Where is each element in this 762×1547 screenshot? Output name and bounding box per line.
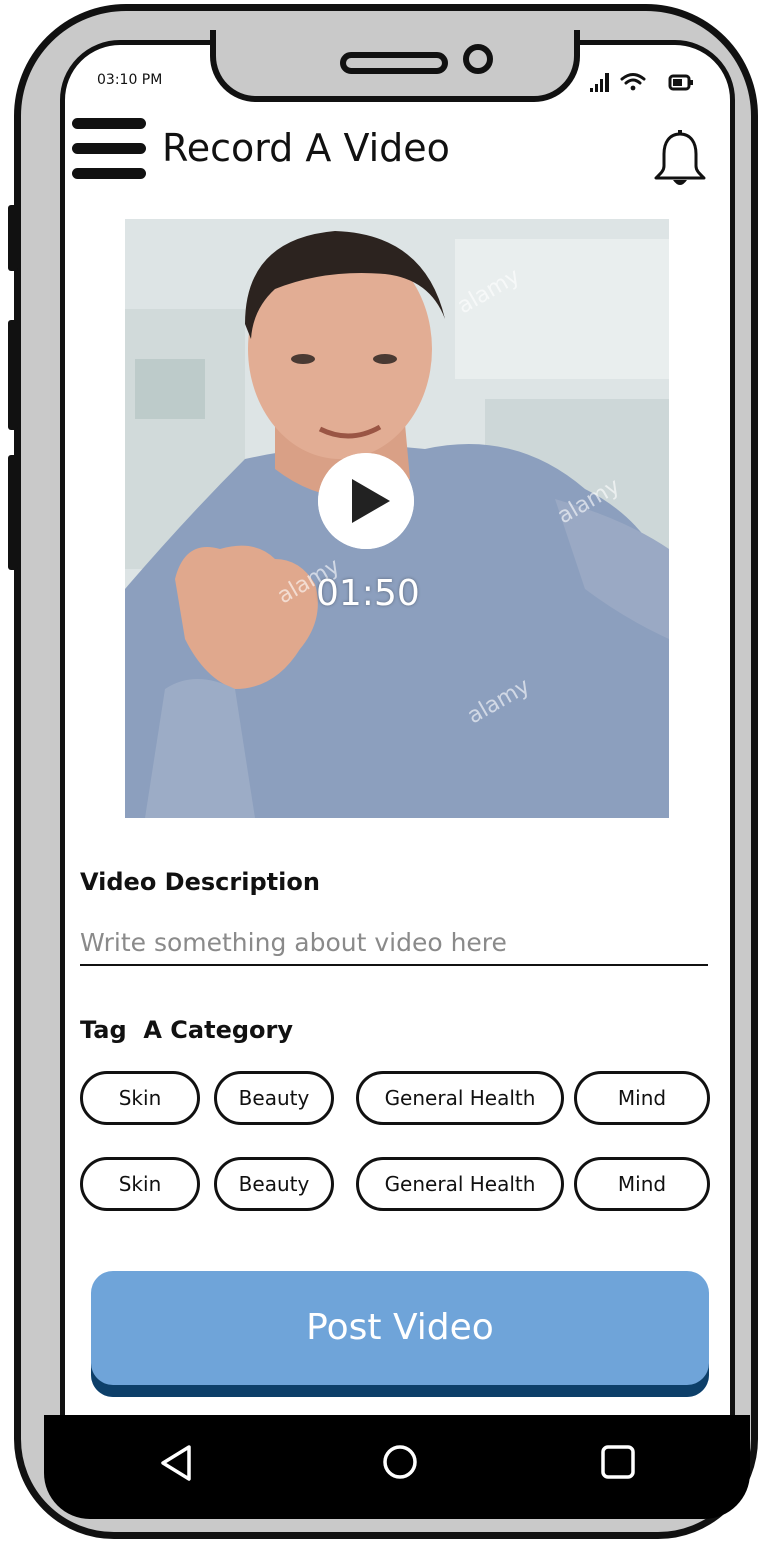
category-chip-mind[interactable]: Mind [574,1071,710,1125]
page-title: Record A Video [162,126,450,170]
bell-icon[interactable] [652,128,708,192]
category-label: Tag A Category [80,1016,293,1044]
category-chip-skin[interactable]: Skin [80,1071,200,1125]
android-nav-bar [44,1415,750,1519]
phone-side-button [8,455,18,570]
category-chip-general-health[interactable]: General Health [356,1071,564,1125]
front-camera-icon [463,44,493,74]
video-duration: 01:50 [316,573,420,614]
recent-apps-square-icon[interactable] [599,1443,637,1481]
category-chip-skin[interactable]: Skin [80,1157,200,1211]
description-input[interactable] [80,920,708,966]
back-triangle-icon[interactable] [158,1443,194,1483]
description-label: Video Description [80,868,320,896]
speaker-icon [340,52,448,74]
battery-icon [668,74,693,91]
post-video-label: Post Video [306,1306,494,1348]
status-time: 03:10 PM [97,72,163,88]
wifi-icon [620,73,646,91]
hamburger-icon[interactable] [72,118,146,182]
category-chip-beauty[interactable]: Beauty [214,1071,334,1125]
phone-side-button [8,205,18,271]
category-chip-beauty[interactable]: Beauty [214,1157,334,1211]
category-chip-mind[interactable]: Mind [574,1157,710,1211]
phone-side-button [8,320,18,430]
status-icons [590,73,693,92]
play-icon[interactable] [318,453,414,549]
category-chip-general-health[interactable]: General Health [356,1157,564,1211]
home-circle-icon[interactable] [381,1443,419,1481]
post-video-button[interactable]: Post Video [91,1271,709,1397]
signal-icon [590,73,609,92]
